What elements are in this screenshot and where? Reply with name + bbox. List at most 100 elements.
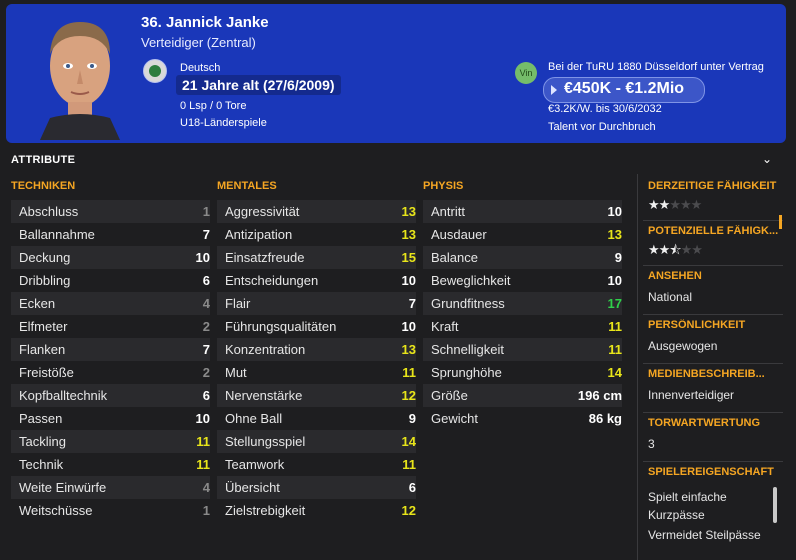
attribute-row[interactable]: Größe 196 cm <box>423 384 622 407</box>
player-avatar <box>40 22 120 140</box>
star-full-icon: ★ <box>658 242 671 257</box>
attribute-row[interactable]: Flair 7 <box>217 292 416 315</box>
attribute-value: 1 <box>202 503 210 518</box>
club-badge-icon[interactable]: Vin <box>515 62 537 84</box>
attribute-row[interactable]: Dribbling 6 <box>11 269 210 292</box>
attribute-label: Ecken <box>19 296 56 311</box>
attribute-list: Aggressivität 13 Antizipation 13 Einsatzfreu… <box>217 200 416 522</box>
attribute-value: 1 <box>202 204 210 219</box>
current-ability-stars: ★★★★★ <box>648 198 783 212</box>
personality-label: PERSÖNLICHKEIT <box>648 319 746 331</box>
attribute-row[interactable]: Stellungsspiel 14 <box>217 430 416 453</box>
attribute-row[interactable]: Weitschüsse 1 <box>11 499 210 522</box>
attribute-row[interactable]: Grundfitness 17 <box>423 292 622 315</box>
attribute-label: Mut <box>225 365 247 380</box>
international-stats: 0 Lsp / 0 Tore <box>180 100 247 112</box>
attribute-value: 17 <box>607 296 622 311</box>
attribute-label: Flair <box>225 296 251 311</box>
attribute-value: 14 <box>607 365 622 380</box>
attribute-row[interactable]: Ecken 4 <box>11 292 210 315</box>
attribute-label: Passen <box>19 411 63 426</box>
attribute-row[interactable]: Freistöße 2 <box>11 361 210 384</box>
nation-flag-icon[interactable] <box>143 59 167 83</box>
star-full-icon: ★ <box>648 197 660 212</box>
trait-item[interactable]: Vermeidet Steilpässe <box>648 526 783 544</box>
attribute-row[interactable]: Ballannahme 7 <box>11 223 210 246</box>
attribute-label: Einsatzfreude <box>225 250 305 265</box>
attribute-row[interactable]: Nervenstärke 12 <box>217 384 416 407</box>
player-nationality[interactable]: Deutsch <box>180 62 220 74</box>
attribute-row[interactable]: Zielstrebigkeit 12 <box>217 499 416 522</box>
star-empty-icon: ★ <box>679 197 692 212</box>
attribute-row[interactable]: Einsatzfreude 15 <box>217 246 416 269</box>
trait-item[interactable]: Spielt einfache Kurzpässe <box>648 488 783 524</box>
attribute-row[interactable]: Schnelligkeit 11 <box>423 338 622 361</box>
attribute-value: 11 <box>608 319 622 334</box>
contract-info[interactable]: Bei der TuRU 1880 Düsseldorf unter Vertr… <box>548 61 764 73</box>
attribute-row[interactable]: Antizipation 13 <box>217 223 416 246</box>
attribute-value: 13 <box>607 227 622 242</box>
attribute-row[interactable]: Balance 9 <box>423 246 622 269</box>
attribute-row[interactable]: Entscheidungen 10 <box>217 269 416 292</box>
sidebar-scrollbar[interactable] <box>773 487 777 523</box>
star-full-icon: ★ <box>658 197 671 212</box>
player-summary-sidebar: DERZEITIGE FÄHIGKEIT ★★★★★ POTENZIELLE F… <box>643 176 783 552</box>
attribute-row[interactable]: Gewicht 86 kg <box>423 407 622 430</box>
attribute-row[interactable]: Übersicht 6 <box>217 476 416 499</box>
media-description-block: MEDIENBESCHREIB... Innenverteidiger <box>643 364 783 413</box>
attribute-value: 13 <box>401 227 416 242</box>
attribute-row[interactable]: Aggressivität 13 <box>217 200 416 223</box>
attribute-row[interactable]: Elfmeter 2 <box>11 315 210 338</box>
attribute-row[interactable]: Kopfballtechnik 6 <box>11 384 210 407</box>
wage-info: €3.2K/W. bis 30/6/2032 <box>548 103 662 115</box>
attribute-label: Dribbling <box>19 273 71 288</box>
attribute-label: Elfmeter <box>19 319 68 334</box>
attribute-label: Schnelligkeit <box>431 342 504 357</box>
current-ability-block: DERZEITIGE FÄHIGKEIT ★★★★★ <box>643 176 783 221</box>
attribute-row[interactable]: Konzentration 13 <box>217 338 416 361</box>
attribute-label: Weite Einwürfe <box>19 480 107 495</box>
attribute-label: Aggressivität <box>225 204 300 219</box>
play-arrow-icon <box>551 85 557 95</box>
youth-caps: U18-Länderspiele <box>180 117 267 129</box>
attribute-value: 10 <box>195 411 210 426</box>
transfer-value-badge[interactable]: €450K - €1.2Mio <box>543 77 705 103</box>
attribute-value: 10 <box>607 273 622 288</box>
attribute-row[interactable]: Deckung 10 <box>11 246 210 269</box>
attribute-row[interactable]: Ausdauer 13 <box>423 223 622 246</box>
attribute-row[interactable]: Antritt 10 <box>423 200 622 223</box>
reputation-block: ANSEHEN National <box>643 266 783 315</box>
attribute-value: 10 <box>195 250 210 265</box>
attribute-row[interactable]: Führungsqualitäten 10 <box>217 315 416 338</box>
attribute-value: 6 <box>202 273 210 288</box>
column-header: TECHNIKEN <box>11 180 76 192</box>
attribute-row[interactable]: Ohne Ball 9 <box>217 407 416 430</box>
attribute-row[interactable]: Passen 10 <box>11 407 210 430</box>
attribute-label: Flanken <box>19 342 66 357</box>
gk-rating-value: 3 <box>648 437 655 451</box>
attribute-row[interactable]: Tackling 11 <box>11 430 210 453</box>
attribute-value: 10 <box>401 273 416 288</box>
player-header: 36. Jannick Janke Verteidiger (Zentral) … <box>6 4 786 143</box>
attribute-row[interactable]: Weite Einwürfe 4 <box>11 476 210 499</box>
attribute-row[interactable]: Technik 11 <box>11 453 210 476</box>
attribute-row[interactable]: Beweglichkeit 10 <box>423 269 622 292</box>
personality-value: Ausgewogen <box>648 339 718 353</box>
attribute-row[interactable]: Kraft 11 <box>423 315 622 338</box>
attribute-row[interactable]: Sprunghöhe 14 <box>423 361 622 384</box>
attribute-row[interactable]: Mut 11 <box>217 361 416 384</box>
attribute-value: 13 <box>401 342 416 357</box>
attribute-list: Abschluss 1 Ballannahme 7 Deckung 10 Dribbling… <box>11 200 210 522</box>
chevron-down-icon[interactable]: ⌄ <box>760 152 774 166</box>
attribute-label: Tackling <box>19 434 66 449</box>
attribute-value: 4 <box>202 296 210 311</box>
star-empty-icon: ★ <box>690 197 703 212</box>
attribute-value: 7 <box>202 342 210 357</box>
attribute-row[interactable]: Flanken 7 <box>11 338 210 361</box>
attribute-label: Freistöße <box>19 365 74 380</box>
attribute-row[interactable]: Abschluss 1 <box>11 200 210 223</box>
section-title: ATTRIBUTE <box>11 154 76 166</box>
attribute-label: Gewicht <box>431 411 478 426</box>
attribute-row[interactable]: Teamwork 11 <box>217 453 416 476</box>
reputation-value: National <box>648 290 693 304</box>
